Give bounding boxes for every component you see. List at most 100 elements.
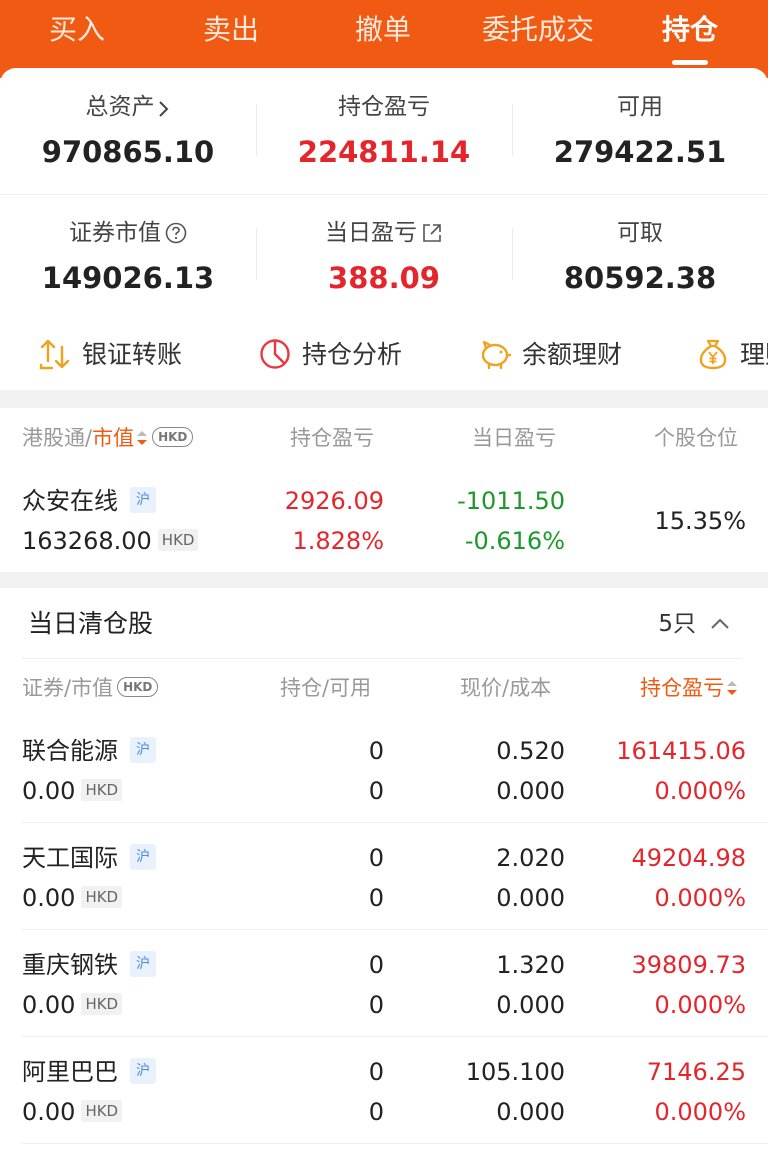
holding: 0 bbox=[368, 1058, 384, 1086]
securities-value-value: 149026.13 bbox=[41, 261, 215, 295]
tab-orders[interactable]: 委托成交 bbox=[468, 10, 608, 50]
securities-value-label: 证券市值 bbox=[69, 220, 161, 246]
total-assets[interactable]: 总资产 970865.10 bbox=[0, 90, 256, 174]
quick-link-wealth[interactable]: 理财 bbox=[696, 332, 768, 378]
daily-pl-label: 当日盈亏 bbox=[325, 220, 417, 246]
quick-link-balance-finance[interactable]: 余额理财 bbox=[478, 332, 622, 378]
holding: 0 bbox=[368, 844, 384, 872]
position-weight: 15.35% bbox=[654, 507, 746, 535]
piggy-bank-icon bbox=[478, 337, 512, 371]
currency-tag: HKD bbox=[81, 1100, 123, 1122]
daily-pl: -1011.50 bbox=[457, 487, 565, 515]
position-pl-pct: 0.000% bbox=[654, 777, 746, 805]
row-divider bbox=[22, 822, 768, 823]
quick-link-label: 银证转账 bbox=[82, 340, 183, 369]
chevron-right-icon bbox=[157, 95, 171, 117]
current-price: 2.020 bbox=[496, 844, 565, 872]
tab-cancel[interactable]: 撤单 bbox=[328, 10, 438, 50]
tab-sell[interactable]: 卖出 bbox=[176, 10, 286, 50]
stock-name: 阿里巴巴 bbox=[22, 1058, 118, 1086]
sort-market-value[interactable]: 市值 bbox=[92, 426, 134, 450]
quick-link-label: 余额理财 bbox=[522, 340, 623, 369]
holding: 0 bbox=[368, 951, 384, 979]
market-tag: 沪 bbox=[130, 1058, 156, 1084]
tab-positions[interactable]: 持仓 bbox=[636, 10, 744, 50]
transfer-icon bbox=[38, 337, 72, 371]
quick-link-position-analysis[interactable]: 持仓分析 bbox=[258, 332, 402, 378]
sort-arrows-icon[interactable] bbox=[726, 676, 738, 698]
market-value: 0.00 bbox=[22, 991, 76, 1019]
market-tag: 沪 bbox=[130, 951, 156, 977]
currency-badge[interactable]: HKD bbox=[117, 677, 159, 697]
currency-tag: HKD bbox=[81, 779, 123, 801]
market-tag: 沪 bbox=[130, 737, 156, 763]
available-value: 279422.51 bbox=[553, 135, 727, 169]
quick-link-bank-transfer[interactable]: 银证转账 bbox=[38, 332, 182, 378]
header-pl-label: 持仓盈亏 bbox=[640, 676, 724, 700]
chevron-up-icon[interactable] bbox=[708, 612, 732, 636]
position-pl: 2926.09 bbox=[284, 487, 384, 515]
hk-header-position-pl[interactable]: 持仓盈亏 bbox=[290, 422, 374, 454]
row-divider bbox=[22, 929, 768, 930]
market-tag: 沪 bbox=[130, 844, 156, 870]
active-tab-indicator bbox=[672, 60, 708, 65]
currency-badge[interactable]: HKD bbox=[152, 427, 194, 447]
cleared-header-price[interactable]: 现价/成本 bbox=[460, 672, 551, 704]
cleared-header-security: 证券/市值 HKD bbox=[22, 672, 159, 704]
cost-price: 0.000 bbox=[496, 991, 565, 1019]
tab-buy[interactable]: 买入 bbox=[22, 10, 132, 50]
hk-header-weight[interactable]: 个股仓位 bbox=[654, 422, 746, 454]
daily-pl[interactable]: 当日盈亏 388.09 bbox=[256, 216, 512, 300]
withdrawable-value: 80592.38 bbox=[563, 261, 717, 295]
help-icon[interactable] bbox=[165, 220, 187, 243]
withdrawable-funds: 可取 80592.38 bbox=[512, 216, 768, 300]
market-value: 0.00 bbox=[22, 777, 76, 805]
total-assets-label: 总资产 bbox=[85, 94, 155, 120]
quick-link-label: 理财 bbox=[740, 340, 768, 369]
header-security: 证券 bbox=[22, 676, 64, 700]
stock-name: 重庆钢铁 bbox=[22, 951, 118, 979]
position-pl: 161415.06 bbox=[616, 737, 746, 765]
available: 0 bbox=[368, 884, 384, 912]
position-pl-label: 持仓盈亏 bbox=[338, 94, 430, 120]
available: 0 bbox=[368, 1098, 384, 1126]
money-bag-icon bbox=[696, 337, 730, 371]
stock-name: 天工国际 bbox=[22, 844, 118, 872]
top-tab-bar: 买入 卖出 撤单 委托成交 持仓 bbox=[0, 0, 768, 78]
row-divider bbox=[0, 194, 768, 195]
pie-chart-icon bbox=[258, 337, 292, 371]
hk-header-name: 港股通/市值 HKD bbox=[22, 422, 194, 454]
market-value: 0.00 bbox=[22, 1098, 76, 1126]
cleared-today-card: 当日清仓股 5只 证券/市值 HKD 持仓/可用 现价/成本 持仓盈亏 联合能源沪… bbox=[0, 588, 768, 1154]
external-link-icon[interactable] bbox=[421, 220, 443, 242]
current-price: 0.520 bbox=[496, 737, 565, 765]
available-label: 可用 bbox=[617, 94, 663, 120]
cleared-header-pl[interactable]: 持仓盈亏 bbox=[640, 672, 746, 704]
hk-header-daily-pl[interactable]: 当日盈亏 bbox=[472, 422, 556, 454]
position-pl: 39809.73 bbox=[631, 951, 746, 979]
sort-arrows-icon[interactable] bbox=[136, 426, 148, 448]
available-funds: 可用 279422.51 bbox=[512, 90, 768, 174]
cleared-header-holding[interactable]: 持仓/可用 bbox=[280, 672, 371, 704]
daily-pl-value: 388.09 bbox=[328, 261, 440, 295]
quick-link-label: 持仓分析 bbox=[302, 340, 403, 369]
cleared-count: 5只 bbox=[658, 611, 696, 637]
position-pl-pct: 0.000% bbox=[654, 884, 746, 912]
cost-price: 0.000 bbox=[496, 777, 565, 805]
header-market-value[interactable]: 市值 bbox=[71, 676, 113, 700]
position-pl-pct: 1.828% bbox=[292, 527, 384, 555]
position-pl-pct: 0.000% bbox=[654, 1098, 746, 1126]
position-pl: 7146.25 bbox=[646, 1058, 746, 1086]
cost-price: 0.000 bbox=[496, 1098, 565, 1126]
position-pl-value: 224811.14 bbox=[297, 135, 471, 169]
available: 0 bbox=[368, 991, 384, 1019]
stock-name: 联合能源 bbox=[22, 737, 118, 765]
current-price: 105.100 bbox=[465, 1058, 565, 1086]
currency-tag: HKD bbox=[81, 993, 123, 1015]
position-pl-pct: 0.000% bbox=[654, 991, 746, 1019]
market-value: 163268.00 bbox=[22, 527, 152, 555]
available: 0 bbox=[368, 777, 384, 805]
section-title: 当日清仓股 bbox=[28, 609, 154, 638]
position-pl: 49204.98 bbox=[631, 844, 746, 872]
daily-pl-pct: -0.616% bbox=[464, 527, 565, 555]
